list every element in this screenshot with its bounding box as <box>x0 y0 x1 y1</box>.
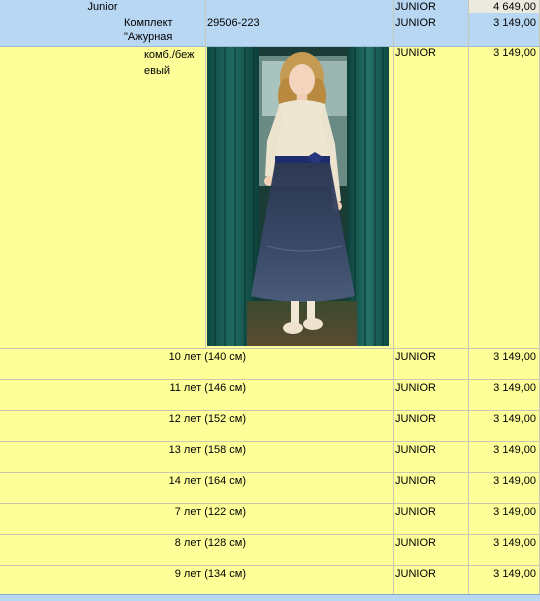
size-label: 8 лет (128 см) <box>174 537 246 549</box>
size-brand: JUNIOR <box>395 537 436 549</box>
grid-line <box>468 0 469 600</box>
size-row[interactable]: 10 лет (140 см) JUNIOR 3 149,00 <box>0 348 540 379</box>
variant-price: 3 149,00 <box>493 47 536 59</box>
grid-line <box>0 348 540 349</box>
size-brand: JUNIOR <box>395 351 436 363</box>
size-row[interactable]: 12 лет (152 см) JUNIOR 3 149,00 <box>0 410 540 441</box>
size-price: 3 149,00 <box>493 506 536 518</box>
size-price: 3 149,00 <box>493 444 536 456</box>
product-price: 3 149,00 <box>493 17 536 29</box>
size-price: 3 149,00 <box>493 568 536 580</box>
size-price: 3 149,00 <box>493 537 536 549</box>
size-label: 7 лет (122 см) <box>174 506 246 518</box>
product-row[interactable]: Комплект "Ажурная 29506-223 JUNIOR 3 149… <box>0 16 540 46</box>
grid-line <box>393 0 394 600</box>
grid-line <box>0 472 540 473</box>
size-brand: JUNIOR <box>395 475 436 487</box>
grid-line <box>0 379 540 380</box>
group-price: 4 649,00 <box>468 0 540 13</box>
size-price: 3 149,00 <box>493 351 536 363</box>
size-label: 11 лет (146 см) <box>169 382 246 394</box>
grid-line <box>205 0 206 46</box>
product-brand: JUNIOR <box>395 17 436 29</box>
grid-line <box>0 441 540 442</box>
size-brand: JUNIOR <box>395 382 436 394</box>
size-price: 3 149,00 <box>493 382 536 394</box>
size-brand: JUNIOR <box>395 506 436 518</box>
size-price: 3 149,00 <box>493 475 536 487</box>
grid-line <box>0 565 540 566</box>
group-row-junior[interactable]: Junior JUNIOR 4 649,00 <box>0 0 540 17</box>
group-brand: JUNIOR <box>395 1 436 13</box>
size-brand: JUNIOR <box>395 413 436 425</box>
grid-line <box>0 503 540 504</box>
product-photo-icon <box>207 46 389 346</box>
group-name: Junior <box>87 1 118 13</box>
size-row[interactable]: 8 лет (128 см) JUNIOR 3 149,00 <box>0 534 540 565</box>
variant-color-line2: евый <box>144 65 171 77</box>
variant-brand: JUNIOR <box>395 47 436 59</box>
size-row[interactable]: 13 лет (158 см) JUNIOR 3 149,00 <box>0 441 540 472</box>
grid-line <box>0 534 540 535</box>
product-article: 29506-223 <box>207 17 260 29</box>
variant-color: комб./беж евый <box>0 46 205 79</box>
size-brand: JUNIOR <box>395 568 436 580</box>
size-row[interactable]: 14 лет (164 см) JUNIOR 3 149,00 <box>0 472 540 503</box>
size-brand: JUNIOR <box>395 444 436 456</box>
product-name: Комплект "Ажурная <box>0 16 205 44</box>
size-label: 12 лет (152 см) <box>168 413 246 425</box>
size-label: 14 лет (164 см) <box>168 475 246 487</box>
grid-line <box>0 410 540 411</box>
product-name-line2: "Ажурная <box>124 31 173 43</box>
product-photo[interactable] <box>207 46 389 346</box>
size-row[interactable]: 11 лет (146 см) JUNIOR 3 149,00 <box>0 379 540 410</box>
grid-line <box>205 46 206 348</box>
grid-line <box>0 46 540 47</box>
variant-color-line1: комб./беж <box>144 49 195 61</box>
product-name-line1: Комплект <box>124 17 173 29</box>
size-row[interactable]: 7 лет (122 см) JUNIOR 3 149,00 <box>0 503 540 534</box>
size-row[interactable]: 9 лет (134 см) JUNIOR 3 149,00 <box>0 565 540 596</box>
size-label: 10 лет (140 см) <box>168 351 246 363</box>
size-label: 13 лет (158 см) <box>168 444 246 456</box>
size-price: 3 149,00 <box>493 413 536 425</box>
size-label: 9 лет (134 см) <box>174 568 246 580</box>
